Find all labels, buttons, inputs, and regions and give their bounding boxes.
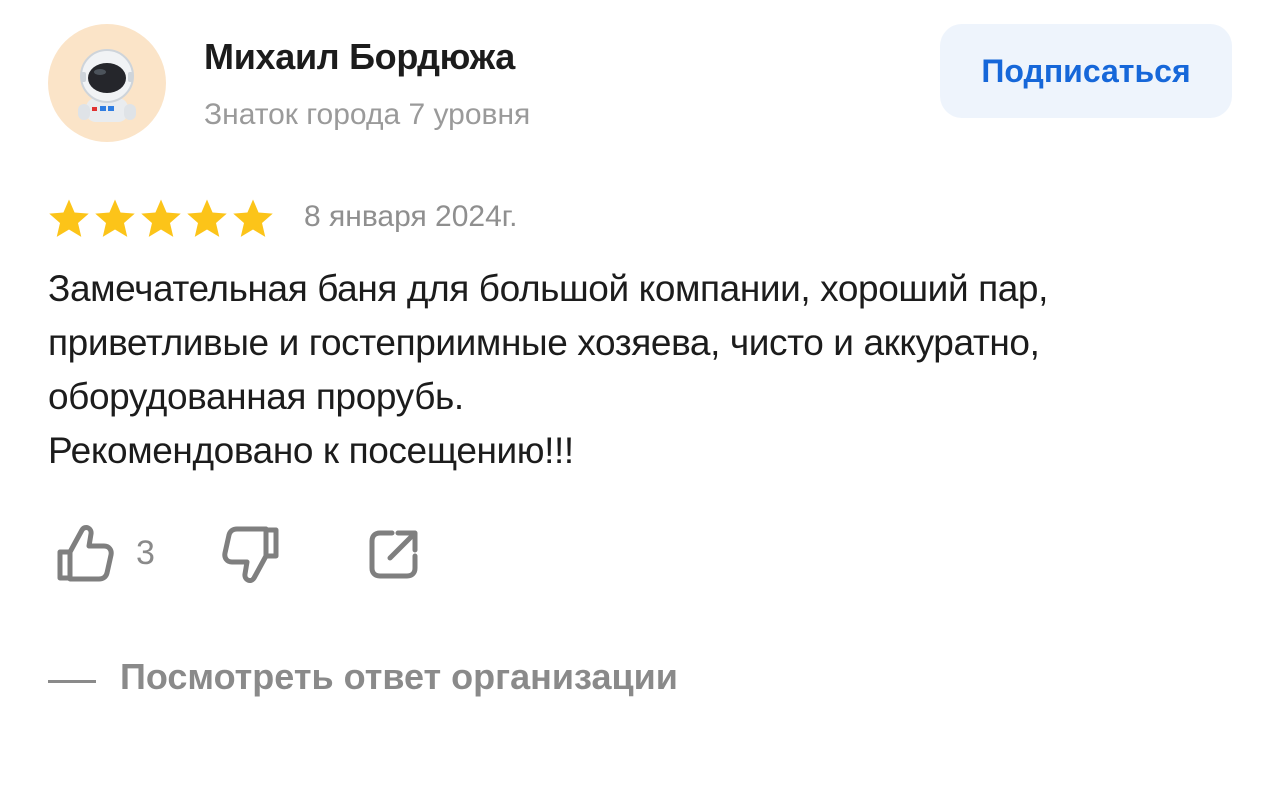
star-icon (141, 199, 181, 237)
like-button[interactable] (54, 522, 114, 584)
like-count: 3 (136, 534, 155, 572)
review-card: Михаил Бордюжа Знаток города 7 уровня По… (0, 0, 1280, 794)
response-divider (48, 680, 96, 683)
share-button[interactable] (366, 526, 422, 582)
star-rating (46, 196, 276, 242)
star-icon (95, 199, 135, 237)
dislike-button[interactable] (220, 524, 282, 586)
thumbs-up-icon (57, 525, 114, 582)
star-icon (233, 199, 273, 237)
avatar[interactable] (48, 24, 166, 142)
view-org-response-link[interactable]: Посмотреть ответ организации (120, 656, 678, 698)
review-date: 8 января 2024г. (304, 200, 518, 233)
subscribe-button[interactable]: Подписаться (940, 24, 1232, 118)
thumbs-down-icon (222, 526, 279, 583)
star-icon (187, 199, 227, 237)
author-name[interactable]: Михаил Бордюжа (204, 36, 515, 78)
share-icon (369, 530, 418, 579)
review-text: Замечательная баня для большой компании,… (48, 268, 1048, 471)
astronaut-icon (78, 49, 136, 122)
author-level: Знаток города 7 уровня (204, 98, 531, 131)
star-icon (49, 199, 89, 237)
